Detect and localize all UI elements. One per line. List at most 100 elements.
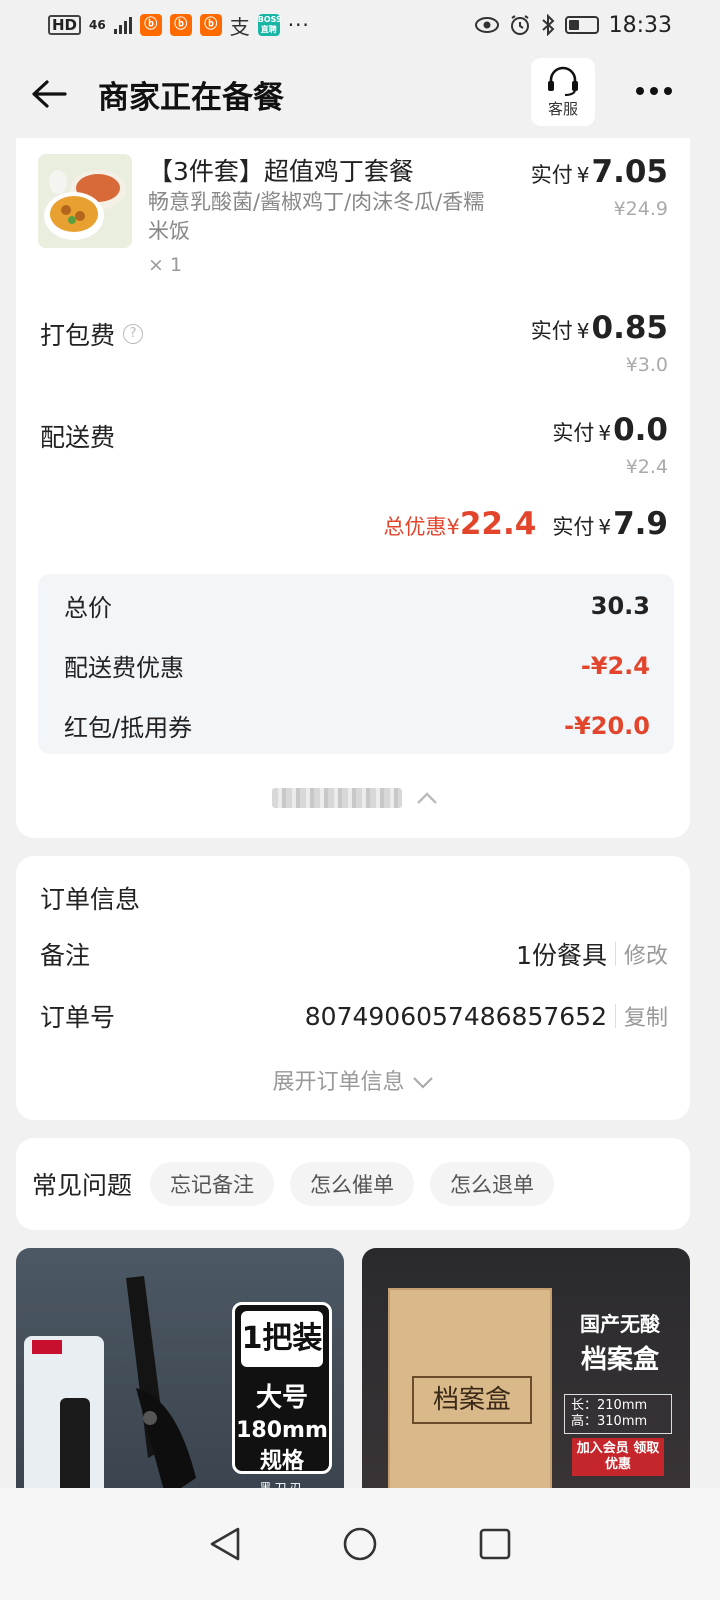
- ad-badge-count: 1把装: [241, 1311, 323, 1367]
- nav-home-icon[interactable]: [342, 1526, 378, 1562]
- yen-symbol: ¥: [576, 163, 590, 187]
- delivery-fee-text: 配送费: [40, 423, 116, 452]
- ad-headline-line1: 国产无酸: [580, 1312, 660, 1336]
- back-button[interactable]: [14, 59, 84, 129]
- headset-icon: [548, 66, 578, 96]
- yen-symbol: ¥: [446, 515, 460, 539]
- yen-symbol: ¥: [598, 515, 612, 539]
- boss-app-icon: BOSS直聘: [257, 14, 282, 36]
- total-pay-value: 7.9: [613, 506, 668, 542]
- yen-symbol: ¥: [576, 319, 590, 343]
- summary-label: 红包/抵用券: [64, 714, 193, 742]
- summary-label: 总价: [64, 594, 112, 622]
- clock: 18:33: [608, 12, 672, 38]
- summary-value: -¥2.4: [580, 651, 650, 680]
- more-options-button[interactable]: [624, 66, 684, 116]
- more-dot-icon: [636, 87, 644, 95]
- expand-order-info-button[interactable]: 展开订单信息: [16, 1064, 690, 1096]
- pay-label: 实付: [530, 163, 573, 187]
- bluetooth-icon: [541, 14, 555, 36]
- faq-chip-refund[interactable]: 怎么退单: [430, 1162, 555, 1206]
- archive-box-illustration: 档案盒: [388, 1288, 552, 1498]
- item-price: 实付 ¥ 7.05 ¥24.9: [531, 154, 668, 220]
- order-detail-card: 【3件套】超值鸡丁套餐 畅意乳酸菌/酱椒鸡丁/肉沫冬瓜/香糯米饭 × 1 实付 …: [16, 138, 690, 838]
- ad-dimensions: 长：210mm 高：310mm: [564, 1394, 672, 1434]
- ad-badge-spec: 180mm规格: [236, 1418, 328, 1474]
- pay-label: 实付: [530, 319, 573, 343]
- order-number-label: 订单号: [40, 1003, 116, 1032]
- app-notification-icon: ⓑ: [199, 14, 222, 36]
- pay-label: 实付: [552, 515, 595, 539]
- app-notification-icon: ⓑ: [169, 14, 192, 36]
- status-bar: HD 46 ⓑ ⓑ ⓑ 支 BOSS直聘 ··· 18:33: [0, 0, 720, 50]
- ad-promo-badge: 加入会员 领取优惠: [572, 1438, 664, 1476]
- faq-chip-rush-order[interactable]: 怎么催单: [290, 1162, 415, 1206]
- customer-service-label: 客服: [547, 99, 578, 118]
- product-ad-archive-box[interactable]: 档案盒 国产无酸 档案盒 长：210mm 高：310mm 加入会员 领取优惠: [362, 1248, 690, 1498]
- summary-label: 配送费优惠: [64, 654, 184, 682]
- summary-row: 总价 30.3: [64, 588, 650, 623]
- chevron-down-icon: [412, 1077, 433, 1089]
- alarm-icon: [510, 15, 529, 35]
- page-header: 商家正在备餐 客服: [0, 50, 720, 138]
- item-title: 【3件套】超值鸡丁套餐: [148, 157, 414, 186]
- alipay-icon: 支: [229, 14, 250, 39]
- ad-badge-size: 大号: [255, 1383, 308, 1413]
- collapse-toggle[interactable]: [272, 788, 438, 808]
- summary-value: 30.3: [590, 591, 650, 620]
- packing-fee-text: 打包费: [40, 321, 116, 350]
- expand-label: 展开订单信息: [272, 1070, 405, 1095]
- delivery-fee-price: 实付 ¥ 0.0 ¥2.4: [552, 412, 668, 478]
- total-discount-value: 22.4: [459, 506, 537, 542]
- help-icon[interactable]: ?: [123, 324, 144, 344]
- food-image[interactable]: [38, 154, 132, 248]
- nav-back-icon[interactable]: [208, 1526, 242, 1562]
- original-price: ¥2.4: [625, 456, 668, 478]
- faq-title: 常见问题: [32, 1171, 133, 1200]
- chevron-up-icon: [417, 792, 437, 804]
- product-ad-scissors[interactable]: 1把装 大号 180mm规格 黑刀刃: [16, 1248, 344, 1498]
- delivery-fee-label: 配送费: [40, 418, 115, 454]
- more-notifications-icon: ···: [287, 13, 310, 37]
- ad-headline: 国产无酸 档案盒: [560, 1308, 680, 1376]
- more-dot-icon: [650, 87, 658, 95]
- yen-symbol: ¥: [598, 421, 612, 445]
- pay-value: 0.85: [591, 310, 669, 346]
- pay-value: 7.05: [591, 154, 669, 190]
- signal-icon: [113, 16, 132, 34]
- faq-card: 常见问题 忘记备注 怎么催单 怎么退单: [16, 1138, 690, 1230]
- summary-value: -¥20.0: [564, 711, 650, 740]
- food-illustration: [38, 154, 132, 248]
- order-info-title: 订单信息: [40, 885, 141, 914]
- summary-row: 配送费优惠 -¥2.4: [64, 648, 650, 683]
- original-price: ¥3.0: [625, 354, 668, 376]
- item-quantity: × 1: [148, 254, 183, 276]
- edit-note-button[interactable]: 修改: [624, 938, 668, 970]
- divider: [614, 1004, 616, 1028]
- ad-headline-line2: 档案盒: [580, 1345, 659, 1375]
- ad-spec-badge: 1把装 大号 180mm规格 黑刀刃: [232, 1302, 332, 1495]
- item-description: 畅意乳酸菌/酱椒鸡丁/肉沫冬瓜/香糯米饭: [148, 190, 485, 243]
- customer-service-button[interactable]: 客服: [531, 58, 595, 126]
- summary-row: 红包/抵用券 -¥20.0: [64, 708, 650, 743]
- nav-recents-icon[interactable]: [478, 1527, 512, 1561]
- order-number-value: 8074906057486857652: [304, 1001, 607, 1031]
- note-row: 备注 1份餐具 修改: [40, 936, 668, 972]
- arrow-left-icon: [32, 80, 67, 108]
- packing-fee-label: 打包费 ?: [40, 316, 144, 352]
- system-nav-bar: [0, 1488, 720, 1600]
- total-line: 总优惠 ¥ 22.4 实付 ¥ 7.9: [383, 506, 668, 542]
- note-label: 备注: [40, 941, 91, 970]
- note-value: 1份餐具: [516, 941, 607, 970]
- packing-fee-price: 实付 ¥ 0.85 ¥3.0: [531, 310, 668, 376]
- app-notification-icon: ⓑ: [139, 14, 162, 36]
- divider: [614, 942, 616, 966]
- total-discount-label: 总优惠: [383, 515, 447, 539]
- original-price: ¥24.9: [613, 198, 668, 220]
- faq-chip-forgot-note[interactable]: 忘记备注: [150, 1162, 275, 1206]
- copy-order-number-button[interactable]: 复制: [624, 1000, 668, 1032]
- pay-label: 实付: [552, 421, 595, 445]
- order-number-row: 订单号 8074906057486857652 复制: [40, 998, 668, 1034]
- more-dot-icon: [664, 87, 672, 95]
- order-info-card: 订单信息 备注 1份餐具 修改 订单号 8074906057486857652 …: [16, 856, 690, 1120]
